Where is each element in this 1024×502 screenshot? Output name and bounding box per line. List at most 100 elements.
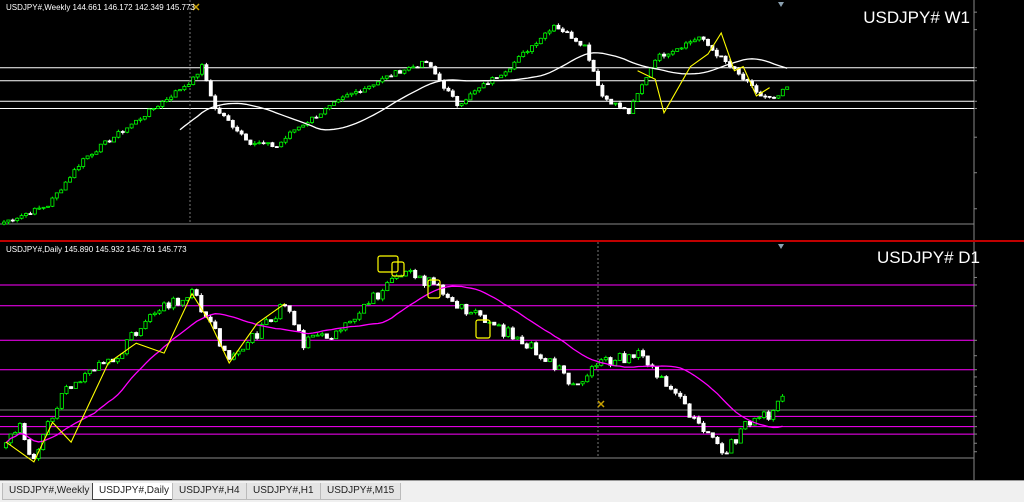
candle-body (101, 362, 106, 365)
candle-body (772, 96, 776, 99)
candle-body (334, 330, 339, 340)
candle-body (245, 342, 250, 350)
candle-body (594, 364, 599, 368)
candle-body (666, 53, 671, 57)
candle-body (389, 75, 394, 78)
candle-body (169, 96, 174, 100)
candle-body (81, 158, 86, 167)
candle-body (362, 88, 367, 93)
candle-body (472, 90, 477, 95)
candle-body (261, 142, 266, 145)
candle-body (521, 51, 526, 57)
candle-body (352, 318, 357, 322)
candle-body (785, 86, 790, 90)
candle-body (50, 197, 55, 207)
highlight-box (377, 255, 399, 273)
candle-body (17, 423, 22, 433)
candle-body (442, 80, 446, 89)
candle-body (408, 269, 413, 272)
candle-body (747, 421, 753, 426)
candle-body (492, 321, 497, 326)
candle-body (28, 213, 33, 215)
candle-body (340, 96, 345, 100)
candle-body (668, 385, 673, 390)
candle-body (403, 271, 408, 277)
candle-body (617, 353, 622, 361)
tab-usdjpy-h4[interactable]: USDJPY#,H4 (172, 483, 247, 500)
candle-body (273, 318, 278, 322)
candle-body (32, 207, 37, 215)
candle-body (494, 77, 499, 79)
candle-body (306, 336, 311, 349)
candle-body (204, 64, 209, 82)
candle-body (357, 312, 362, 320)
tab-usdjpy-h1[interactable]: USDJPY#,H1 (246, 483, 321, 500)
daily-chart-panel[interactable]: USDJPY#,Daily 145.890 145.932 145.761 14… (0, 242, 1024, 480)
candle-body (348, 320, 353, 324)
candle-body (22, 423, 27, 441)
daily-chart-canvas[interactable] (0, 242, 1024, 480)
candle-body (530, 45, 534, 52)
candle-body (252, 142, 257, 145)
candle-body (582, 44, 587, 47)
candle-body (692, 416, 697, 419)
moving-average-line (179, 52, 788, 131)
candle-body (310, 334, 315, 338)
candle-body (96, 362, 102, 371)
candle-body (129, 123, 134, 129)
candle-body (288, 131, 292, 139)
candle-body (327, 104, 332, 110)
candle-body (255, 333, 260, 339)
candle-body (589, 366, 594, 377)
tab-usdjpy-weekly[interactable]: USDJPY#,Weekly (2, 483, 97, 500)
candle-body (501, 324, 506, 337)
candle-body (575, 383, 580, 386)
candle-body (19, 215, 24, 219)
candle-body (283, 137, 288, 143)
candle-body (561, 365, 567, 374)
candle-body (455, 301, 460, 309)
candle-body (186, 84, 191, 87)
candle-body (15, 217, 20, 221)
candle-body (257, 142, 262, 145)
tab-usdjpy-daily[interactable]: USDJPY#,Daily (92, 483, 177, 500)
candle-body (120, 131, 125, 133)
candle-body (178, 89, 182, 92)
candle-body (516, 56, 521, 63)
candle-body (274, 146, 279, 148)
candle-body (380, 77, 385, 83)
candle-body (244, 133, 248, 141)
weekly-chart-canvas[interactable] (0, 0, 1024, 240)
candle-body (367, 85, 372, 89)
candle-body (566, 372, 571, 385)
candle-body (406, 67, 411, 71)
candle-body (31, 453, 36, 460)
candle-body (411, 66, 416, 69)
tab-usdjpy-m15[interactable]: USDJPY#,M15 (320, 483, 402, 500)
candle-body (138, 328, 143, 336)
candle-body (55, 407, 60, 419)
candle-body (310, 116, 314, 123)
candle-body (724, 452, 729, 455)
candle-body (329, 337, 334, 340)
candle-body (148, 314, 153, 322)
shift-marker-icon (778, 244, 784, 249)
candle-body (413, 269, 418, 279)
candle-body (433, 66, 438, 75)
candle-body (428, 62, 433, 67)
candle-body (538, 354, 543, 359)
candle-body (420, 60, 424, 68)
candle-body (780, 88, 785, 97)
candle-body (701, 36, 706, 40)
weekly-chart-panel[interactable]: USDJPY#,Weekly 144.661 146.172 142.349 1… (0, 0, 1024, 240)
candle-body (424, 60, 429, 64)
candle-body (124, 339, 129, 355)
candle-body (78, 381, 83, 384)
candle-body (556, 24, 561, 30)
candle-body (603, 357, 608, 361)
candle-body (766, 411, 771, 420)
candle-body (641, 350, 646, 357)
cross-marker-icon (597, 400, 605, 408)
candle-body (292, 129, 297, 133)
candle-body (529, 342, 534, 349)
